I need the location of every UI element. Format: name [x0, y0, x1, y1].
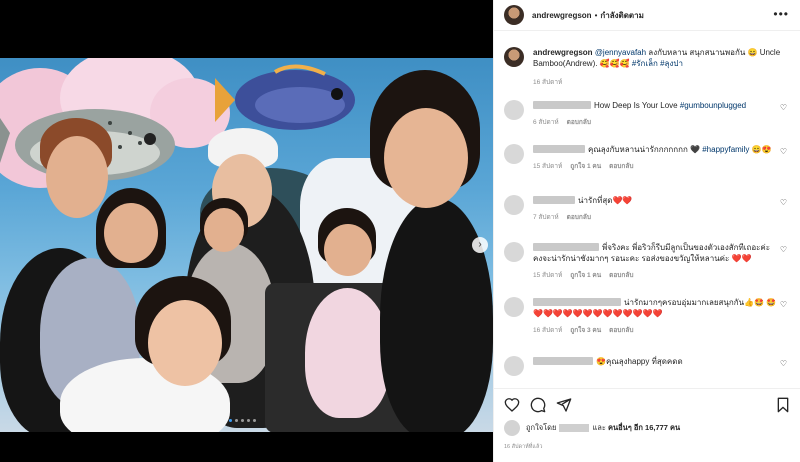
comment-likes[interactable]: ถูกใจ 3 คน	[570, 327, 601, 334]
likes-summary[interactable]: ถูกใจโดย และ คนอื่นๆ อีก 16,777 คน	[504, 419, 680, 437]
reply-button[interactable]: ตอบกลับ	[609, 327, 633, 334]
commenter-avatar[interactable]	[504, 356, 524, 376]
comment-likes[interactable]: ถูกใจ 1 คน	[570, 272, 601, 279]
like-comment-heart-icon[interactable]: ♡	[780, 246, 787, 254]
caption-username[interactable]: andrewgregson	[533, 48, 593, 57]
liker-username[interactable]	[559, 424, 590, 432]
carousel-dot	[235, 419, 238, 422]
like-comment-heart-icon[interactable]: ♡	[780, 148, 787, 156]
reply-button[interactable]: ตอบกลับ	[567, 214, 591, 221]
carousel-indicator	[229, 419, 256, 422]
carousel-dot	[229, 419, 232, 422]
comment-time: 7 สัปดาห์	[533, 214, 559, 221]
post-header: andrewgregson • กำลังติดตาม •••	[494, 0, 800, 31]
commenter-avatar[interactable]	[504, 297, 524, 317]
caption-mention[interactable]: @jennyavafah	[595, 48, 646, 57]
comment-emoji: 😄😍	[749, 145, 772, 154]
like-comment-heart-icon[interactable]: ♡	[780, 301, 787, 309]
carousel-dot	[253, 419, 256, 422]
heart-icon[interactable]	[504, 397, 520, 413]
comment-hashtag[interactable]: #gumbounplugged	[680, 101, 746, 110]
author-username[interactable]: andrewgregson	[532, 11, 592, 20]
liker-avatar	[504, 420, 520, 436]
next-photo-button[interactable]: ›	[472, 237, 488, 253]
share-icon[interactable]	[556, 397, 572, 413]
reply-button[interactable]: ตอบกลับ	[567, 119, 591, 126]
chevron-right-icon: ›	[478, 239, 482, 250]
following-button[interactable]: กำลังติดตาม	[600, 9, 644, 22]
liked-by-prefix: ถูกใจโดย	[526, 423, 557, 432]
girl-face	[104, 203, 158, 263]
commenter-avatar[interactable]	[504, 195, 524, 215]
toddler-pink-dress	[305, 288, 390, 418]
comment-text: น่ารักที่สุด❤️❤️	[578, 196, 633, 205]
commenter-username[interactable]	[533, 196, 575, 204]
post-side-panel: andrewgregson • กำลังติดตาม ••• andrewgr…	[493, 0, 800, 462]
comment-text: 😍คุณลุงhappy ที่สุดคดด	[596, 357, 683, 366]
comment-text: คุณลุงกับหลานน่ารักกกกกกก 🖤	[588, 145, 703, 154]
caption-time: 16 สัปดาห์	[533, 79, 563, 86]
comment-time: 15 สัปดาห์	[533, 272, 563, 279]
commenter-avatar[interactable]	[504, 100, 524, 120]
author-avatar[interactable]	[504, 5, 524, 25]
comment-time: 15 สัปดาห์	[533, 163, 563, 170]
posted-time: 16 สัปดาห์ที่แล้ว	[504, 444, 543, 450]
comment-time: 16 สัปดาห์	[533, 327, 563, 334]
like-comment-heart-icon[interactable]: ♡	[780, 104, 787, 112]
comment-item: 😍คุณลุงhappy ที่สุดคดด ♡	[504, 356, 791, 376]
toddler-face	[204, 208, 244, 252]
comment-time: 6 สัปดาห์	[533, 119, 559, 126]
commenter-username[interactable]	[533, 145, 585, 153]
liked-by-and: และ	[592, 423, 606, 432]
instagram-post-view: { "post": { "username": "andrewgregson",…	[0, 0, 800, 462]
comment-item: น่ารักมากๆครอบอุ่มมากเลยสนุกกัน👍🤩 🤩❤️❤️❤…	[504, 297, 791, 335]
comments-list[interactable]: andrewgregson @jennyavafah ลงกับหลาน สนุ…	[494, 32, 800, 388]
commenter-username[interactable]	[533, 357, 593, 365]
comment-item: น่ารักที่สุด❤️❤️ 7 สัปดาห์ ตอบกลับ ♡	[504, 195, 791, 222]
comment-item: พี่จริงคะ พี่อริวก็รีบมีลูกเป็นของตัวเอง…	[504, 242, 791, 280]
toddler-face	[324, 224, 372, 276]
more-options-icon[interactable]: •••	[773, 7, 789, 21]
woman-right-body	[380, 198, 493, 432]
commenter-avatar[interactable]	[504, 242, 524, 262]
comment-likes[interactable]: ถูกใจ 1 คน	[570, 163, 601, 170]
caption-hashtags[interactable]: #รักเล็ก #ลุงปา	[632, 59, 683, 68]
woman-face	[148, 300, 222, 386]
commenter-username[interactable]	[533, 243, 599, 251]
reply-button[interactable]: ตอบกลับ	[609, 163, 633, 170]
bookmark-icon[interactable]	[776, 397, 790, 413]
separator-dot: •	[594, 10, 598, 20]
person-face	[46, 136, 108, 218]
comment-item: คุณลุงกับหลานน่ารักกกกกกก 🖤 #happyfamily…	[504, 144, 791, 171]
woman-face	[384, 108, 468, 208]
post-caption: andrewgregson @jennyavafah ลงกับหลาน สนุ…	[504, 47, 789, 87]
reply-button[interactable]: ตอบกลับ	[609, 272, 633, 279]
like-comment-heart-icon[interactable]: ♡	[780, 360, 787, 368]
commenter-avatar[interactable]	[504, 144, 524, 164]
post-media-area: ›	[0, 0, 493, 462]
liked-by-others[interactable]: คนอื่นๆ อีก 16,777 คน	[608, 422, 680, 434]
carousel-dot	[247, 419, 250, 422]
author-avatar[interactable]	[504, 47, 524, 67]
post-actions: ถูกใจโดย และ คนอื่นๆ อีก 16,777 คน 16 สั…	[494, 388, 800, 462]
comment-hashtag[interactable]: #happyfamily	[702, 145, 749, 154]
comment-text: How Deep Is Your Love	[594, 101, 680, 110]
carousel-dot	[241, 419, 244, 422]
comment-item: How Deep Is Your Love #gumbounplugged 6 …	[504, 100, 791, 127]
commenter-username[interactable]	[533, 298, 621, 306]
post-photo[interactable]	[0, 58, 493, 432]
comment-icon[interactable]	[530, 397, 546, 413]
like-comment-heart-icon[interactable]: ♡	[780, 199, 787, 207]
commenter-username[interactable]	[533, 101, 591, 109]
